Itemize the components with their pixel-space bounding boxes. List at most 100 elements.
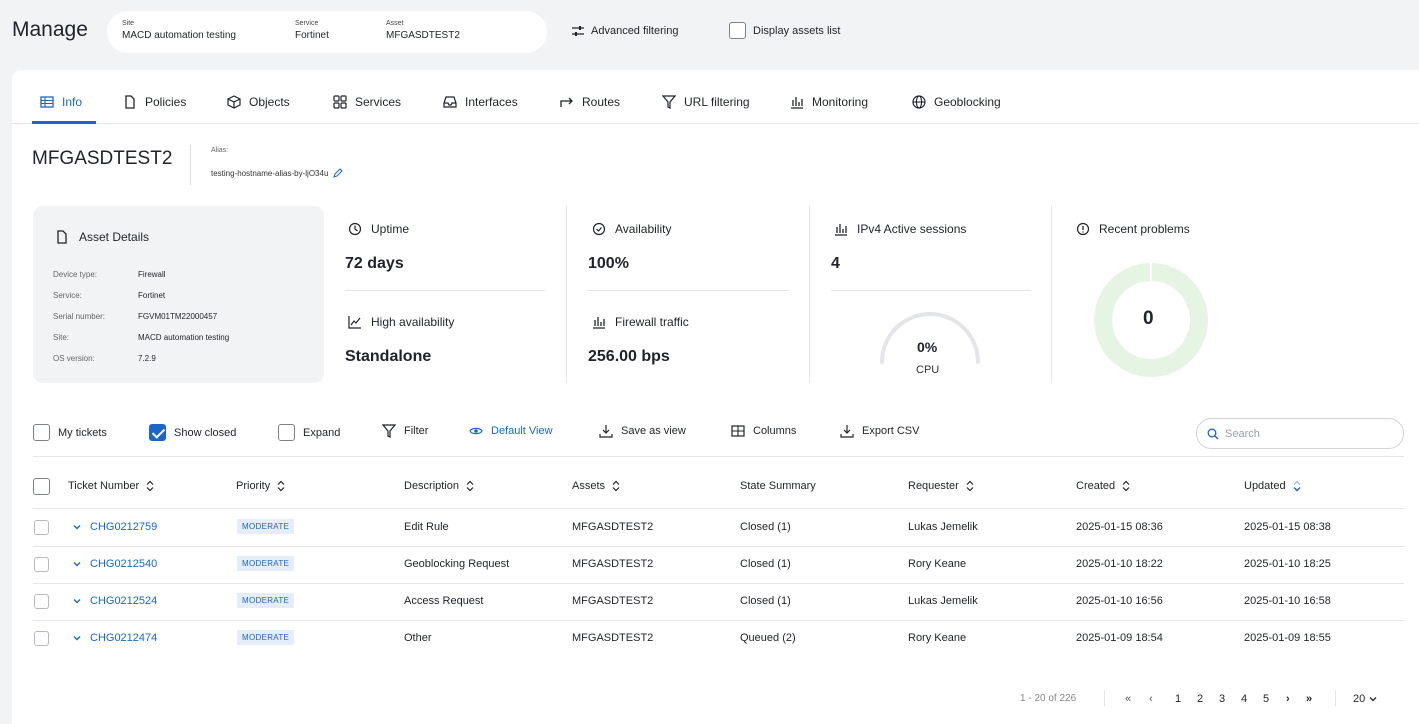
filter-label: Filter bbox=[404, 425, 429, 437]
row-checkbox[interactable] bbox=[34, 594, 49, 609]
page-button[interactable]: 2 bbox=[1197, 693, 1203, 705]
site-selector[interactable]: Site MACD automation testing bbox=[122, 20, 236, 41]
next-page-button[interactable]: › bbox=[1286, 693, 1290, 705]
description-cell: Geoblocking Request bbox=[404, 558, 510, 570]
my-tickets-toggle[interactable]: My tickets bbox=[33, 424, 107, 441]
columns-button[interactable]: Columns bbox=[731, 424, 796, 438]
alias-value: testing-hostname-alias-by-ljO34u bbox=[211, 168, 329, 178]
scope-selector[interactable]: Site MACD automation testing Service For… bbox=[107, 11, 547, 53]
tab-info[interactable]: Info bbox=[40, 93, 82, 111]
display-assets-checkbox[interactable] bbox=[729, 22, 746, 39]
cube-icon bbox=[227, 95, 241, 109]
display-assets-toggle[interactable]: Display assets list bbox=[729, 22, 840, 39]
column-header-label: Priority bbox=[236, 480, 271, 492]
sort-icon bbox=[277, 480, 285, 492]
ticket-link[interactable]: CHG0212540 bbox=[72, 558, 157, 570]
save-as-view-button[interactable]: Save as view bbox=[599, 424, 686, 438]
download-icon bbox=[840, 425, 854, 438]
asset-details-title-text: Asset Details bbox=[79, 230, 150, 244]
column-header-created[interactable]: Created bbox=[1076, 480, 1131, 492]
column-header-requester[interactable]: Requester bbox=[908, 480, 975, 492]
detail-key: Site: bbox=[53, 333, 70, 342]
sort-descending-icon bbox=[1293, 480, 1301, 492]
chevron-down-icon[interactable] bbox=[72, 596, 82, 606]
tab-services[interactable]: Services bbox=[333, 93, 401, 111]
description-cell: Edit Rule bbox=[404, 521, 449, 533]
filter-button[interactable]: Filter bbox=[382, 424, 428, 438]
expand-toggle[interactable]: Expand bbox=[278, 424, 340, 441]
column-header-state-summary[interactable]: State Summary bbox=[740, 480, 816, 492]
sessions-label-text: IPv4 Active sessions bbox=[857, 222, 967, 236]
asset-cell: MFGASDTEST2 bbox=[572, 521, 654, 533]
divider bbox=[566, 206, 567, 383]
page-button[interactable]: 1 bbox=[1175, 693, 1181, 705]
default-view-button[interactable]: Default View bbox=[469, 424, 553, 438]
priority-badge: MODERATE bbox=[237, 519, 295, 534]
columns-label: Columns bbox=[753, 425, 797, 437]
columns-icon bbox=[731, 425, 745, 437]
line-chart-icon bbox=[348, 316, 361, 329]
column-header-priority[interactable]: Priority bbox=[236, 480, 286, 492]
info-icon bbox=[40, 96, 54, 108]
my-tickets-checkbox[interactable] bbox=[33, 424, 50, 441]
chevron-down-icon[interactable] bbox=[72, 559, 82, 569]
show-closed-toggle[interactable]: Show closed bbox=[149, 424, 236, 441]
sort-icon bbox=[966, 480, 974, 492]
chevron-down-icon[interactable] bbox=[72, 522, 82, 532]
service-selector[interactable]: Service Fortinet bbox=[295, 20, 329, 41]
priority-badge: MODERATE bbox=[237, 630, 295, 645]
tab-monitoring[interactable]: Monitoring bbox=[790, 93, 868, 111]
show-closed-checkbox[interactable] bbox=[149, 424, 166, 441]
row-checkbox[interactable] bbox=[34, 520, 49, 535]
page-button[interactable]: 3 bbox=[1219, 693, 1225, 705]
row-checkbox[interactable] bbox=[34, 631, 49, 646]
row-divider bbox=[33, 546, 1404, 547]
first-page-button[interactable]: « bbox=[1125, 693, 1131, 705]
grid-icon bbox=[333, 95, 347, 109]
export-csv-button[interactable]: Export CSV bbox=[840, 424, 919, 438]
row-checkbox[interactable] bbox=[34, 557, 49, 572]
document-icon bbox=[125, 95, 135, 109]
search-box[interactable] bbox=[1196, 418, 1404, 449]
ticket-link[interactable]: CHG0212759 bbox=[72, 521, 157, 533]
updated-cell: 2025-01-09 18:55 bbox=[1244, 632, 1331, 644]
ticket-link[interactable]: CHG0212524 bbox=[72, 595, 157, 607]
tab-objects[interactable]: Objects bbox=[227, 93, 290, 111]
prev-page-button[interactable]: ‹ bbox=[1149, 693, 1153, 705]
page-button[interactable]: 5 bbox=[1263, 693, 1269, 705]
search-icon bbox=[1207, 428, 1219, 439]
column-header-description[interactable]: Description bbox=[404, 480, 475, 492]
ha-value: Standalone bbox=[345, 348, 432, 365]
column-header-updated[interactable]: Updated bbox=[1244, 480, 1302, 492]
funnel-icon bbox=[382, 424, 396, 438]
search-input[interactable] bbox=[1225, 427, 1385, 440]
sliders-icon bbox=[572, 26, 584, 36]
expand-checkbox[interactable] bbox=[278, 424, 295, 441]
detail-value: MACD automation testing bbox=[138, 333, 230, 342]
priority-badge: MODERATE bbox=[237, 593, 295, 608]
updated-cell: 2025-01-10 16:58 bbox=[1244, 595, 1331, 607]
page-size-select[interactable]: 20 bbox=[1353, 693, 1378, 705]
advanced-filtering-button[interactable]: Advanced filtering bbox=[571, 24, 678, 38]
asset-selector[interactable]: Asset MFGASDTEST2 bbox=[386, 20, 460, 41]
tab-geoblocking[interactable]: Geoblocking bbox=[912, 93, 1001, 111]
service-value: Fortinet bbox=[295, 30, 329, 41]
tab-interfaces[interactable]: Interfaces bbox=[443, 93, 518, 111]
last-page-button[interactable]: » bbox=[1306, 693, 1312, 705]
tab-routes[interactable]: Routes bbox=[560, 93, 620, 111]
column-header-ticket-number[interactable]: Ticket Number bbox=[68, 480, 155, 492]
tab-url-filtering[interactable]: URL filtering bbox=[662, 93, 750, 111]
chevron-down-icon[interactable] bbox=[72, 633, 82, 643]
edit-pencil-icon[interactable] bbox=[333, 168, 344, 178]
ticket-link[interactable]: CHG0212474 bbox=[72, 632, 157, 644]
detail-key: Device type: bbox=[53, 270, 98, 279]
column-header-assets[interactable]: Assets bbox=[572, 480, 621, 492]
pagination-range: 1 - 20 of 226 bbox=[1020, 693, 1077, 704]
tab-policies[interactable]: Policies bbox=[123, 93, 186, 111]
detail-value: FGVM01TM22000457 bbox=[138, 312, 218, 321]
page-button[interactable]: 4 bbox=[1241, 693, 1247, 705]
alias-field: testing-hostname-alias-by-ljO34u bbox=[211, 168, 344, 178]
active-tab-indicator bbox=[32, 121, 96, 124]
tab-url-filtering-label: URL filtering bbox=[684, 95, 750, 109]
select-all-checkbox[interactable] bbox=[33, 478, 50, 495]
